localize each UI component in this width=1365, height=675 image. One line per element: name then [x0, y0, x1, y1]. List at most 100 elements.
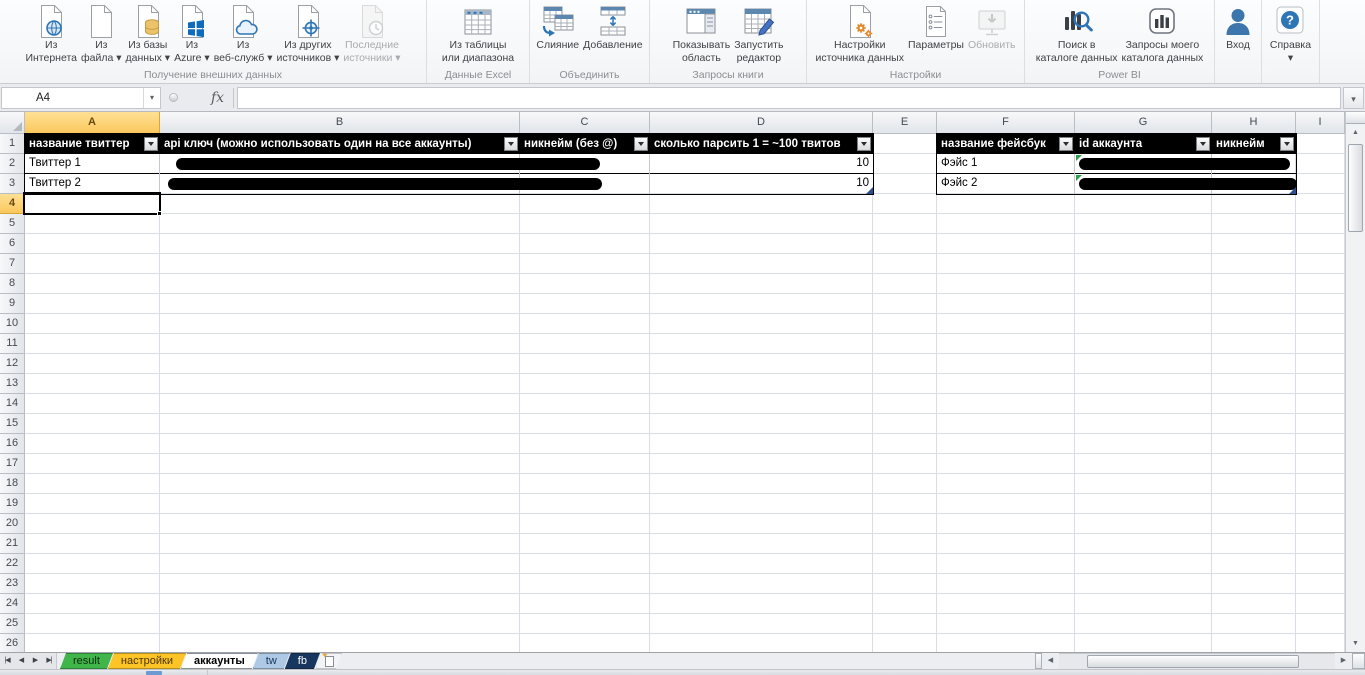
- merge-queries-button[interactable]: Слияние: [534, 2, 581, 53]
- filter-button-G[interactable]: [1196, 137, 1210, 151]
- filter-button-C[interactable]: [634, 137, 648, 151]
- column-header-C[interactable]: C: [520, 112, 650, 134]
- row-header-20[interactable]: 20: [0, 514, 25, 534]
- help-button[interactable]: ?Справка▾: [1268, 2, 1313, 65]
- from-file-button[interactable]: Изфайла ▾: [79, 2, 124, 65]
- cell-F3[interactable]: Фэйс 2: [937, 174, 1075, 193]
- row-header-13[interactable]: 13: [0, 374, 25, 394]
- vertical-split-handle[interactable]: [1346, 112, 1365, 124]
- last-sheet-button[interactable]: ▶|: [42, 653, 56, 669]
- row-header-14[interactable]: 14: [0, 394, 25, 414]
- search-data-catalog-button[interactable]: Поиск вкаталоге данных: [1034, 2, 1120, 65]
- filter-button-H[interactable]: [1280, 137, 1294, 151]
- column-header-F[interactable]: F: [937, 112, 1075, 134]
- row-header-16[interactable]: 16: [0, 434, 25, 454]
- sheet-tab-аккаунты[interactable]: аккаунты: [181, 653, 258, 669]
- vertical-scroll-thumb[interactable]: [1348, 144, 1363, 232]
- query-options-button[interactable]: Параметры: [906, 2, 966, 53]
- row-header-8[interactable]: 8: [0, 274, 25, 294]
- previous-sheet-button[interactable]: ◀: [14, 653, 28, 669]
- sheet-tab-fb[interactable]: fb: [285, 653, 320, 669]
- row-header-26[interactable]: 26: [0, 634, 25, 652]
- select-all-corner[interactable]: [0, 112, 25, 134]
- selected-cell-A4[interactable]: [23, 192, 161, 215]
- horizontal-scrollbar[interactable]: ◀ ▶: [1035, 653, 1365, 669]
- sheet-tab-настройки[interactable]: настройки: [108, 653, 186, 669]
- row-header-15[interactable]: 15: [0, 414, 25, 434]
- table-column-border: [649, 154, 650, 194]
- sign-in-button[interactable]: Вход: [1221, 2, 1255, 53]
- column-header-H[interactable]: H: [1212, 112, 1296, 134]
- from-table-range-button[interactable]: Из таблицыили диапазона: [440, 2, 516, 65]
- from-internet-button[interactable]: ИзИнтернета: [23, 2, 79, 65]
- from-database-button[interactable]: Из базыданных ▾: [124, 2, 173, 65]
- expand-formula-bar-icon[interactable]: ▾: [1343, 87, 1364, 109]
- scroll-left-icon[interactable]: ◀: [1042, 653, 1059, 669]
- from-azure-button[interactable]: ИзAzure ▾: [172, 2, 212, 65]
- row-header-21[interactable]: 21: [0, 534, 25, 554]
- column-header-A[interactable]: A: [25, 112, 160, 134]
- tab-split-handle[interactable]: [1352, 653, 1365, 669]
- row-header-12[interactable]: 12: [0, 354, 25, 374]
- recent-sources-button[interactable]: Последниеисточники ▾: [341, 2, 402, 65]
- from-other-sources-button[interactable]: Из другихисточников ▾: [274, 2, 341, 65]
- row-header-7[interactable]: 7: [0, 254, 25, 274]
- name-box-resize-handle[interactable]: [169, 93, 178, 102]
- fill-handle[interactable]: [157, 211, 162, 216]
- cell-D2[interactable]: 10: [650, 154, 873, 173]
- my-data-catalog-queries-button[interactable]: Запросы моегокаталога данных: [1120, 2, 1206, 65]
- cell-A3[interactable]: Твиттер 2: [25, 174, 160, 193]
- sheet-tab-tw[interactable]: tw: [253, 653, 290, 669]
- row-header-4[interactable]: 4: [0, 194, 25, 214]
- horizontal-scroll-track[interactable]: [1059, 653, 1335, 669]
- row-header-5[interactable]: 5: [0, 214, 25, 234]
- scroll-up-icon[interactable]: ▲: [1346, 124, 1365, 141]
- column-header-B[interactable]: B: [160, 112, 520, 134]
- table-resize-handle[interactable]: [866, 187, 873, 194]
- row-header-17[interactable]: 17: [0, 454, 25, 474]
- data-source-settings-button[interactable]: Настройкиисточника данных: [813, 2, 906, 65]
- row-header-18[interactable]: 18: [0, 474, 25, 494]
- row-header-6[interactable]: 6: [0, 234, 25, 254]
- first-sheet-button[interactable]: |◀: [0, 653, 14, 669]
- column-header-I[interactable]: I: [1296, 112, 1345, 134]
- refresh-button[interactable]: Обновить: [966, 2, 1018, 53]
- row-header-1[interactable]: 1: [0, 134, 25, 154]
- vertical-scrollbar[interactable]: ▲ ▼: [1345, 112, 1365, 652]
- name-box[interactable]: A4 ▾: [1, 87, 161, 109]
- table-resize-handle[interactable]: [1289, 187, 1296, 194]
- row-header-19[interactable]: 19: [0, 494, 25, 514]
- name-box-dropdown-icon[interactable]: ▾: [143, 88, 160, 108]
- filter-button-F[interactable]: [1059, 137, 1073, 151]
- row-header-22[interactable]: 22: [0, 554, 25, 574]
- filter-button-A[interactable]: [144, 137, 158, 151]
- scroll-down-icon[interactable]: ▼: [1346, 635, 1365, 652]
- cell-A2[interactable]: Твиттер 1: [25, 154, 160, 173]
- show-queries-pane-button[interactable]: Показыватьобласть: [671, 2, 733, 65]
- scroll-right-icon[interactable]: ▶: [1335, 653, 1352, 669]
- row-header-24[interactable]: 24: [0, 594, 25, 614]
- filter-button-D[interactable]: [857, 137, 871, 151]
- filter-button-B[interactable]: [504, 137, 518, 151]
- row-header-25[interactable]: 25: [0, 614, 25, 634]
- row-header-9[interactable]: 9: [0, 294, 25, 314]
- horizontal-scroll-thumb[interactable]: [1087, 655, 1299, 668]
- row-header-11[interactable]: 11: [0, 334, 25, 354]
- horizontal-split-handle[interactable]: [1035, 653, 1042, 669]
- row-header-3[interactable]: 3: [0, 174, 25, 194]
- column-header-G[interactable]: G: [1075, 112, 1212, 134]
- append-queries-button[interactable]: Добавление: [581, 2, 645, 53]
- column-header-E[interactable]: E: [873, 112, 937, 134]
- next-sheet-button[interactable]: ▶: [28, 653, 42, 669]
- cell-F2[interactable]: Фэйс 1: [937, 154, 1075, 173]
- from-web-services-button[interactable]: Извеб-служб ▾: [212, 2, 275, 65]
- row-header-10[interactable]: 10: [0, 314, 25, 334]
- insert-function-button[interactable]: fx: [185, 90, 233, 106]
- row-header-2[interactable]: 2: [0, 154, 25, 174]
- cell-D3[interactable]: 10: [650, 174, 873, 193]
- launch-query-editor-button[interactable]: Запуститьредактор: [732, 2, 785, 65]
- row-header-23[interactable]: 23: [0, 574, 25, 594]
- column-header-D[interactable]: D: [650, 112, 873, 134]
- sheet-tab-result[interactable]: result: [60, 653, 113, 669]
- formula-input[interactable]: [237, 87, 1341, 109]
